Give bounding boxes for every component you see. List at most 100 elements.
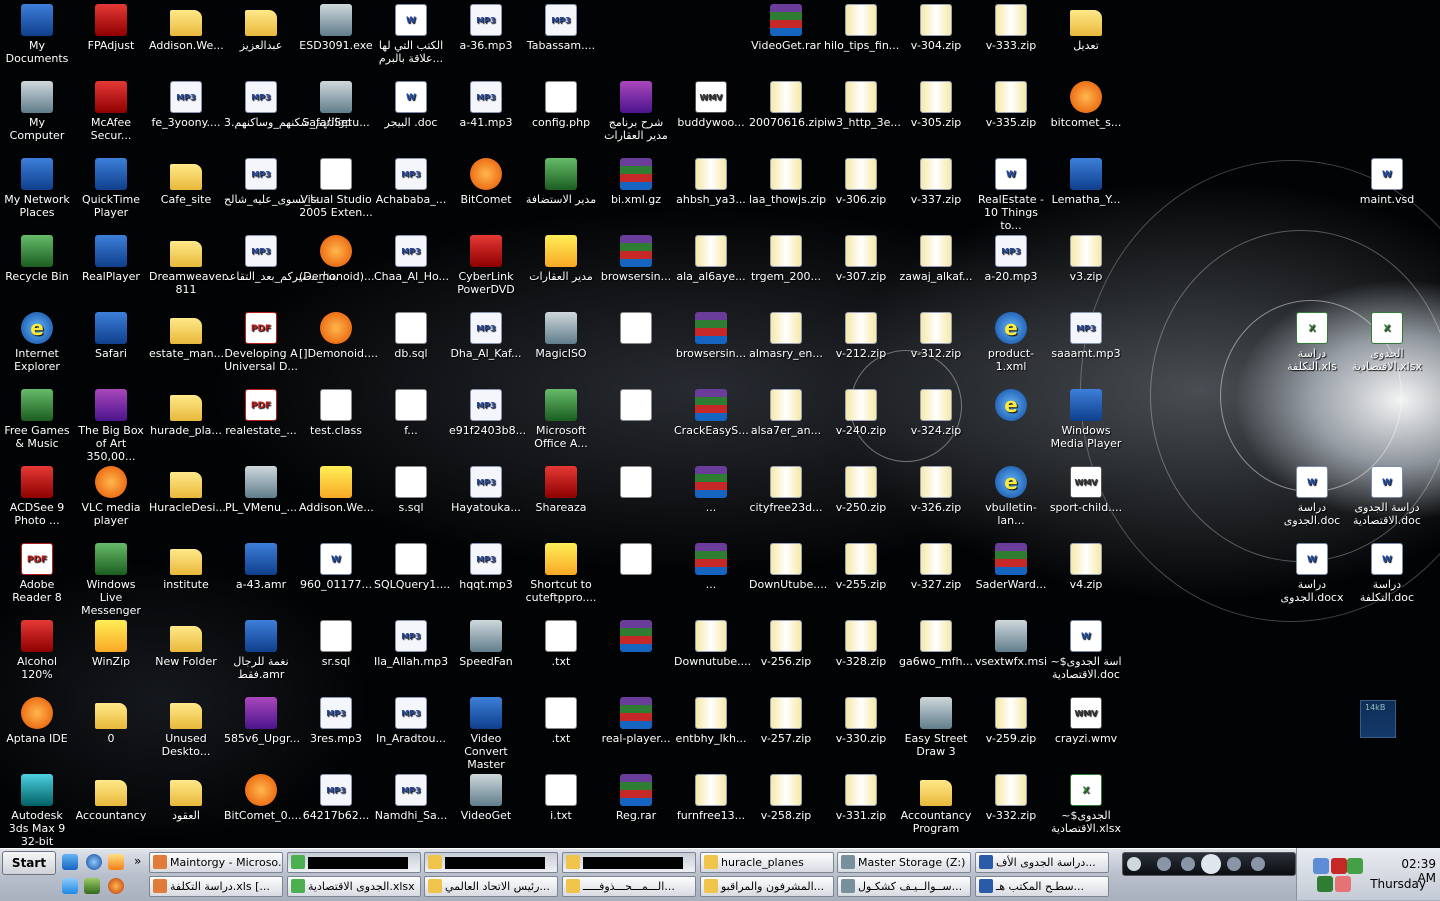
desktop-icon[interactable]: db.sql (374, 312, 448, 360)
desktop-icon[interactable]: e (974, 389, 1048, 424)
desktop-icon[interactable]: MP3 hqqt.mp3 (449, 543, 523, 591)
desktop-icon[interactable]: v-259.zip (974, 697, 1048, 745)
desktop-icon[interactable]: Windows Live Messenger (74, 543, 148, 617)
desktop-icon[interactable]: The Big Box of Art 350,00... (74, 389, 148, 463)
network-tray-icon[interactable] (1313, 858, 1329, 874)
desktop-icon[interactable]: MP3 e91f2403b8... (449, 389, 526, 437)
desktop-icon[interactable]: Easy Street Draw 3 (899, 697, 973, 758)
desktop-icon[interactable]: v-258.zip (749, 774, 823, 822)
desktop-icon[interactable]: W 960_01177... (299, 543, 373, 591)
desktop-icon[interactable]: 585v6_Upgr... (224, 697, 300, 745)
dreamweaver-icon[interactable] (84, 878, 100, 894)
desktop-icon[interactable]: SaderWard... (974, 543, 1048, 591)
desktop-icon[interactable]: CyberLink PowerDVD (449, 235, 523, 296)
show-desktop-icon[interactable] (62, 854, 78, 870)
desktop-icon[interactable]: MP3 64217b62... (299, 774, 373, 822)
desktop-icon[interactable]: HuracleDesi... (149, 466, 226, 514)
desktop-icon[interactable]: MP3 In_Aradtou... (374, 697, 448, 745)
desktop-icon[interactable]: s.sql (374, 466, 448, 514)
desktop-icon[interactable]: My Computer (0, 81, 74, 142)
desktop-icon[interactable]: CrackEasyS... (674, 389, 749, 437)
desktop-icon[interactable]: Windows Media Player (1049, 389, 1123, 450)
desktop-icon[interactable]: MP3 Tabassam.... (524, 4, 598, 52)
desktop-icon[interactable]: W دراسة الجدوى.doc (1275, 466, 1349, 527)
desktop-icon[interactable]: v-306.zip (824, 158, 898, 206)
desktop-icon[interactable]: v-256.zip (749, 620, 823, 668)
taskbar-window-button[interactable] (562, 852, 696, 873)
desktop-icon[interactable]: X دراسة التكلفة.xls (1275, 312, 1349, 373)
desktop-icon[interactable]: MP3 Dha_Al_Kaf... (449, 312, 523, 360)
desktop-icon[interactable]: vsextwfx.msi (974, 620, 1048, 668)
taskbar-window-button[interactable]: Master Storage (Z:) (837, 852, 971, 873)
desktop-icon[interactable]: W البيجر .doc (374, 81, 448, 129)
desktop-icon[interactable]: QuickTime Player (74, 158, 148, 219)
desktop-icon[interactable]: trgem_200... (749, 235, 823, 283)
desktop-icon[interactable]: a-43.amr (224, 543, 298, 591)
desktop-icon[interactable]: bitcomet_s... (1049, 81, 1123, 129)
desktop-icon[interactable]: Accountancy Program (899, 774, 973, 835)
desktop-icon[interactable]: العقود (149, 774, 223, 822)
desktop-icon[interactable]: Downutube.... (674, 620, 751, 668)
desktop-icon[interactable]: W الكتب التي لها علاقة بالبرم... (374, 4, 448, 65)
desktop-icon[interactable]: real-player... (599, 697, 673, 745)
desktop-icon[interactable]: MP3 a-36.mp3 (449, 4, 523, 52)
desktop-icon[interactable]: شرح برنامج مدير العقارات (599, 81, 673, 142)
desktop-icon[interactable]: ESD3091.exe (299, 4, 373, 52)
desktop-icon[interactable]: v-332.zip (974, 774, 1048, 822)
desktop-icon[interactable]: Free Games & Music (0, 389, 74, 450)
firewall-tray-icon[interactable] (1317, 876, 1333, 892)
media-volume-icon[interactable] (1251, 857, 1265, 871)
media-next-icon[interactable] (1227, 857, 1241, 871)
desktop-icon[interactable]: W دراسة التكلفة.doc (1350, 543, 1424, 604)
desktop-icon[interactable]: VLC media player (74, 466, 148, 527)
desktop-icon[interactable]: McAfee Secur... (74, 81, 148, 142)
desktop-icon[interactable]: Addison.We... (149, 4, 224, 52)
firefox-icon[interactable] (108, 878, 124, 894)
desktop-icon[interactable]: MP3 هذا_مصيركم_بعد_التقاعد (224, 235, 338, 283)
desktop-icon[interactable]: Wmaint.vsd (1350, 158, 1424, 206)
desktop-icon[interactable]: Accountancy (74, 774, 148, 822)
desktop-icon[interactable]: Dreamweaver 811 (149, 235, 226, 296)
desktop-icon[interactable]: SQLQuery1.... (374, 543, 450, 591)
desktop-icon[interactable]: laa_thowjs.zip (749, 158, 826, 206)
taskbar-window-button[interactable] (287, 852, 421, 873)
desktop-icon[interactable]: RealPlayer (74, 235, 148, 283)
windows-explorer-icon[interactable] (62, 878, 78, 894)
desktop-icon[interactable]: نغمة للرجال فقط.amr (224, 620, 298, 681)
desktop-icon[interactable]: ACDSee 9 Photo ... (0, 466, 74, 527)
desktop-icon[interactable]: Unused Deskto... (149, 697, 223, 758)
desktop-icon[interactable]: مدير العقارات (524, 235, 598, 283)
desktop-icon[interactable]: X الجدوى الاقتصادية.xlsx (1350, 312, 1424, 373)
taskbar-window-button[interactable]: الجدوى الاقتصادية.xlsx (287, 876, 421, 897)
desktop-icon[interactable]: MP3 saaamt.mp3 (1049, 312, 1123, 360)
desktop-icon[interactable]: MP3 Ila_Allah.mp3 (374, 620, 448, 668)
taskbar-chevron-icon[interactable]: » (134, 854, 141, 868)
desktop-icon[interactable]: W اسة الجدوى$~ الاقتصادية.doc (1049, 620, 1123, 681)
desktop-icon[interactable]: v-337.zip (899, 158, 973, 206)
desktop-icon[interactable]: Lematha_Y... (1049, 158, 1123, 206)
desktop-icon[interactable]: New Folder (149, 620, 223, 668)
antivirus-tray-icon[interactable] (1331, 858, 1347, 874)
desktop-icon[interactable]: Addison.We... (299, 466, 374, 514)
desktop-icon[interactable]: WMV sport-child.... (1049, 466, 1123, 514)
desktop-icon[interactable]: DownUtube.... (749, 543, 827, 591)
desktop-icon[interactable]: ala_al6aye... (674, 235, 748, 283)
desktop-icon[interactable]: Aptana IDE (0, 697, 74, 745)
desktop-icon[interactable]: ahbsh_ya3... (674, 158, 748, 206)
desktop-icon[interactable]: v-333.zip (974, 4, 1048, 52)
desktop-icon[interactable]: WinZip (74, 620, 148, 668)
desktop-icon[interactable]: v-255.zip (824, 543, 898, 591)
desktop-icon[interactable]: (Demonoid)... (299, 235, 375, 283)
desktop-icon[interactable]: []Demonoid.... (299, 312, 378, 360)
desktop-icon[interactable]: MagicISO (524, 312, 598, 360)
desktop-icon[interactable]: Reg.rar (599, 774, 673, 822)
desktop-icon[interactable]: ... (674, 543, 748, 591)
desktop-icon[interactable]: Autodesk 3ds Max 9 32-bit (0, 774, 74, 848)
taskbar-window-button[interactable]: المشرفون والمراقبو... (700, 876, 834, 897)
desktop-icon[interactable]: Safari (74, 312, 148, 360)
desktop-icon[interactable]: v-330.zip (824, 697, 898, 745)
desktop-icon[interactable]: v-307.zip (824, 235, 898, 283)
desktop-icon[interactable] (599, 543, 673, 578)
desktop-icon[interactable]: almasry_en... (749, 312, 823, 360)
desktop-icon[interactable]: مدير الاستضافة (524, 158, 598, 206)
